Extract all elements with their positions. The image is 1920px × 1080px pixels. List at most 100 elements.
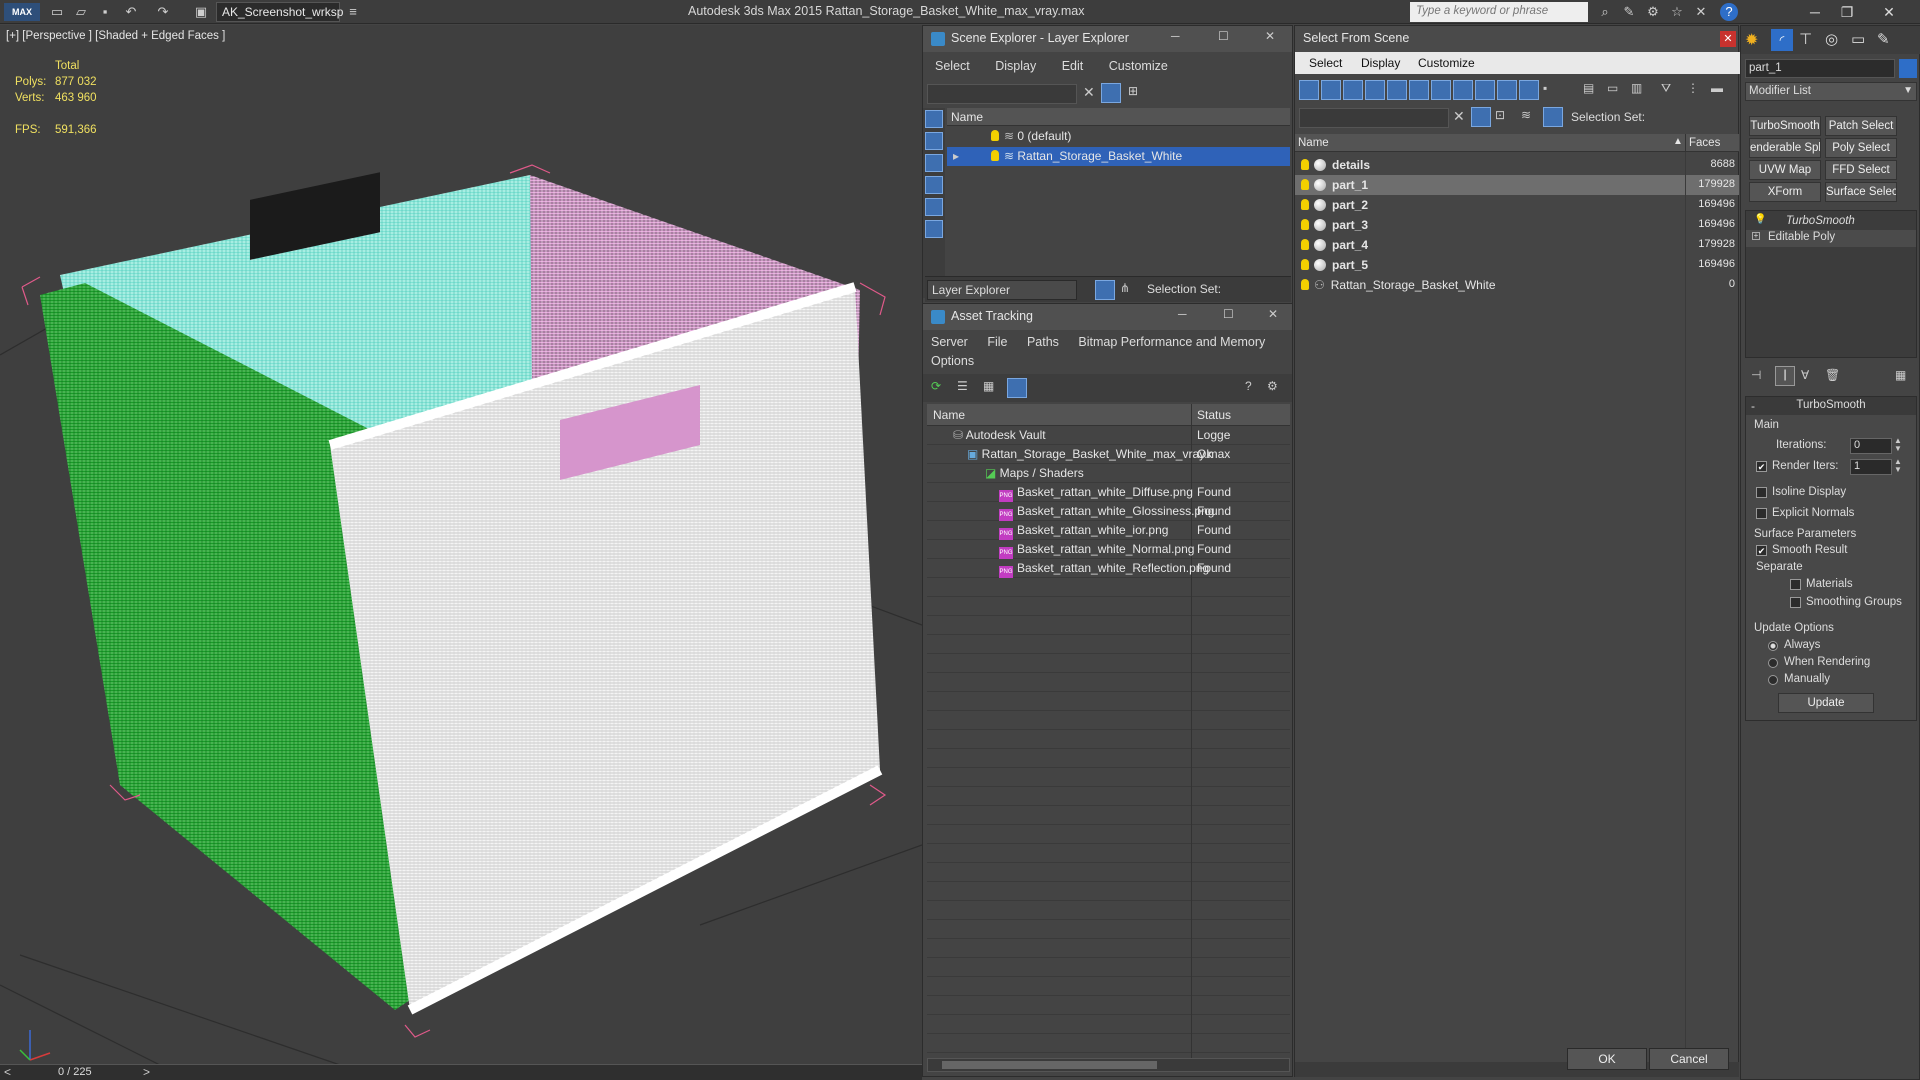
search-input[interactable]: Type a keyword or phrase bbox=[1410, 2, 1588, 22]
clear-search-icon[interactable]: ✕ bbox=[1083, 84, 1095, 101]
asset-row[interactable]: ⛁ Autodesk Vault Logge bbox=[927, 428, 1290, 447]
find-filter-icon[interactable]: ⛛ bbox=[1661, 81, 1671, 96]
filter-icon[interactable] bbox=[1101, 83, 1121, 103]
spinner-arrows-icon[interactable]: ▲ ▼ bbox=[1894, 458, 1902, 474]
table-view-icon[interactable] bbox=[1007, 378, 1027, 398]
scene-row[interactable]: part_5 169496 bbox=[1295, 255, 1739, 275]
menu-file[interactable]: File bbox=[987, 335, 1007, 349]
motion-tab-icon[interactable]: ◎ bbox=[1825, 30, 1838, 48]
col-name[interactable]: Name bbox=[933, 408, 965, 422]
scene-explorer-close-icon[interactable]: ✕ bbox=[1265, 29, 1275, 43]
menu-icon[interactable]: ≡ bbox=[344, 3, 362, 21]
spinner-arrows-icon[interactable]: ▲ ▼ bbox=[1894, 437, 1902, 453]
new-file-icon[interactable]: ▭ bbox=[48, 3, 66, 21]
cancel-button[interactable]: Cancel bbox=[1649, 1048, 1729, 1070]
filter-groups-icon[interactable] bbox=[1431, 80, 1451, 100]
filter-containers-icon[interactable] bbox=[1497, 80, 1517, 100]
when-rendering-radio[interactable] bbox=[1768, 658, 1778, 668]
hierarchy-filter-icon[interactable]: ⋮ bbox=[1687, 81, 1699, 95]
close-icon[interactable]: ✕ bbox=[1874, 2, 1904, 22]
timeline-next-icon[interactable]: > bbox=[143, 1065, 150, 1079]
explorer-type-dropdown[interactable]: Layer Explorer bbox=[927, 280, 1077, 300]
utilities-tab-icon[interactable]: ✎ bbox=[1877, 30, 1890, 48]
menu-select[interactable]: Select bbox=[935, 59, 970, 73]
scene-row[interactable]: part_2 169496 bbox=[1295, 195, 1739, 215]
perspective-viewport[interactable]: [+] [Perspective ] [Shaded + Edged Faces… bbox=[0, 25, 922, 1065]
clear-find-icon[interactable]: ✕ bbox=[1453, 108, 1465, 125]
thumbnail-view-icon[interactable]: ▦ bbox=[983, 379, 994, 393]
asset-row[interactable]: PNG Basket_rattan_white_Normal.png Found bbox=[927, 542, 1290, 561]
project-folder-icon[interactable]: ▣ bbox=[192, 3, 210, 21]
asset-tracking-close-icon[interactable]: ✕ bbox=[1268, 307, 1278, 321]
tools-icon[interactable]: ✎ bbox=[1620, 3, 1638, 21]
col-name[interactable]: Name bbox=[1298, 137, 1329, 149]
display-shapes-icon[interactable] bbox=[925, 154, 943, 172]
find-input[interactable] bbox=[1299, 108, 1449, 128]
list-view-icon[interactable]: ☰ bbox=[957, 379, 968, 393]
asset-row[interactable]: ▣ Rattan_Storage_Basket_White_max_vray.m… bbox=[927, 447, 1290, 466]
menu-display[interactable]: Display bbox=[995, 59, 1036, 73]
poly-select-button[interactable]: Poly Select bbox=[1825, 138, 1897, 158]
ffd-select-button[interactable]: FFD Select bbox=[1825, 160, 1897, 180]
select-from-scene-title[interactable]: Select From Scene bbox=[1295, 26, 1738, 52]
hierarchy-toggle-icon[interactable] bbox=[1543, 107, 1563, 127]
scene-explorer-minimize-icon[interactable]: ─ bbox=[1171, 29, 1180, 43]
col-status[interactable]: Status bbox=[1197, 408, 1231, 422]
scene-explorer-column-name[interactable]: Name bbox=[947, 108, 1290, 126]
star-icon[interactable]: ☆ bbox=[1668, 3, 1686, 21]
menu-customize[interactable]: Customize bbox=[1109, 59, 1168, 73]
menu-select[interactable]: Select bbox=[1309, 56, 1342, 70]
help-icon[interactable]: ? bbox=[1245, 379, 1252, 393]
layer-row-selected[interactable]: ▸ ≋ Rattan_Storage_Basket_White bbox=[947, 147, 1290, 166]
workspace-dropdown[interactable]: AK_Screenshot_wrksp bbox=[216, 2, 343, 22]
asset-row[interactable]: PNG Basket_rattan_white_Glossiness.png Fou… bbox=[927, 504, 1290, 523]
asset-row[interactable]: PNG Basket_rattan_white_Diffuse.png Found bbox=[927, 485, 1290, 504]
hierarchy-icon[interactable]: ⋔ bbox=[1120, 281, 1130, 295]
display-tab-icon[interactable]: ▭ bbox=[1851, 30, 1865, 48]
make-unique-icon[interactable]: ∀ bbox=[1801, 368, 1809, 382]
menu-edit[interactable]: Edit bbox=[1062, 59, 1084, 73]
collapse-icon[interactable]: ▬ bbox=[1711, 81, 1723, 95]
filter-toggle-icon[interactable] bbox=[1471, 107, 1491, 127]
settings-icon[interactable]: ⚙ bbox=[1267, 379, 1278, 393]
update-button[interactable]: Update bbox=[1778, 693, 1874, 713]
explicit-normals-checkbox[interactable] bbox=[1756, 508, 1767, 519]
render-iters-checkbox[interactable]: ✔ bbox=[1756, 461, 1767, 472]
surface-select-button[interactable]: Surface Select bbox=[1825, 182, 1897, 202]
menu-customize[interactable]: Customize bbox=[1418, 56, 1475, 70]
redo-icon[interactable]: ↷ bbox=[154, 3, 172, 21]
display-helpers-icon[interactable] bbox=[925, 220, 943, 238]
scene-row[interactable]: part_3 169496 bbox=[1295, 215, 1739, 235]
asset-row[interactable]: ◪ Maps / Shaders bbox=[927, 466, 1290, 485]
asset-row[interactable]: PNG Basket_rattan_white_ior.png Found bbox=[927, 523, 1290, 542]
viewport-label[interactable]: [+] [Perspective ] [Shaded + Edged Faces… bbox=[6, 30, 225, 42]
scene-row[interactable]: ⚇ Rattan_Storage_Basket_White 0 bbox=[1295, 275, 1739, 295]
binoculars-icon[interactable]: ⌕ bbox=[1596, 3, 1614, 21]
configure-sets-icon[interactable]: ▦ bbox=[1895, 368, 1906, 382]
selection-toggle-icon[interactable]: ⊡ bbox=[1495, 108, 1505, 122]
object-name-input[interactable]: part_1 bbox=[1745, 59, 1895, 78]
turbosmooth-button[interactable]: TurboSmooth bbox=[1749, 116, 1821, 136]
filter-spacewarps-icon[interactable] bbox=[1409, 80, 1429, 100]
scene-row[interactable]: part_4 179928 bbox=[1295, 235, 1739, 255]
filter-geometry-icon[interactable] bbox=[1299, 80, 1319, 100]
exchange-icon[interactable]: ✕ bbox=[1692, 3, 1710, 21]
help-icon[interactable]: ? bbox=[1720, 3, 1738, 21]
layer-row[interactable]: ≋ 0 (default) bbox=[947, 127, 1290, 146]
scrollbar-thumb[interactable] bbox=[942, 1061, 1157, 1069]
ok-button[interactable]: OK bbox=[1567, 1048, 1647, 1070]
scene-row[interactable]: details 8688 bbox=[1295, 155, 1739, 175]
render-iters-spinner[interactable]: 1 bbox=[1850, 459, 1892, 475]
restore-icon[interactable]: ❐ bbox=[1832, 2, 1862, 22]
modify-tab-icon[interactable]: ◜ bbox=[1771, 29, 1793, 51]
rollout-header[interactable]: - TurboSmooth bbox=[1746, 397, 1916, 415]
lightbulb-icon[interactable]: 💡 bbox=[1754, 214, 1766, 225]
remove-modifier-icon[interactable]: 🗑 bbox=[1825, 368, 1840, 382]
pin-stack-icon[interactable]: ⊣ bbox=[1751, 368, 1761, 382]
filter-cameras-icon[interactable] bbox=[1365, 80, 1385, 100]
iterations-spinner[interactable]: 0 bbox=[1850, 438, 1892, 454]
scene-explorer-title[interactable]: Scene Explorer - Layer Explorer bbox=[923, 26, 1292, 52]
menu-bitmap[interactable]: Bitmap Performance and Memory bbox=[1078, 335, 1265, 349]
display-cameras-icon[interactable] bbox=[925, 198, 943, 216]
open-file-icon[interactable]: ▱ bbox=[72, 3, 90, 21]
